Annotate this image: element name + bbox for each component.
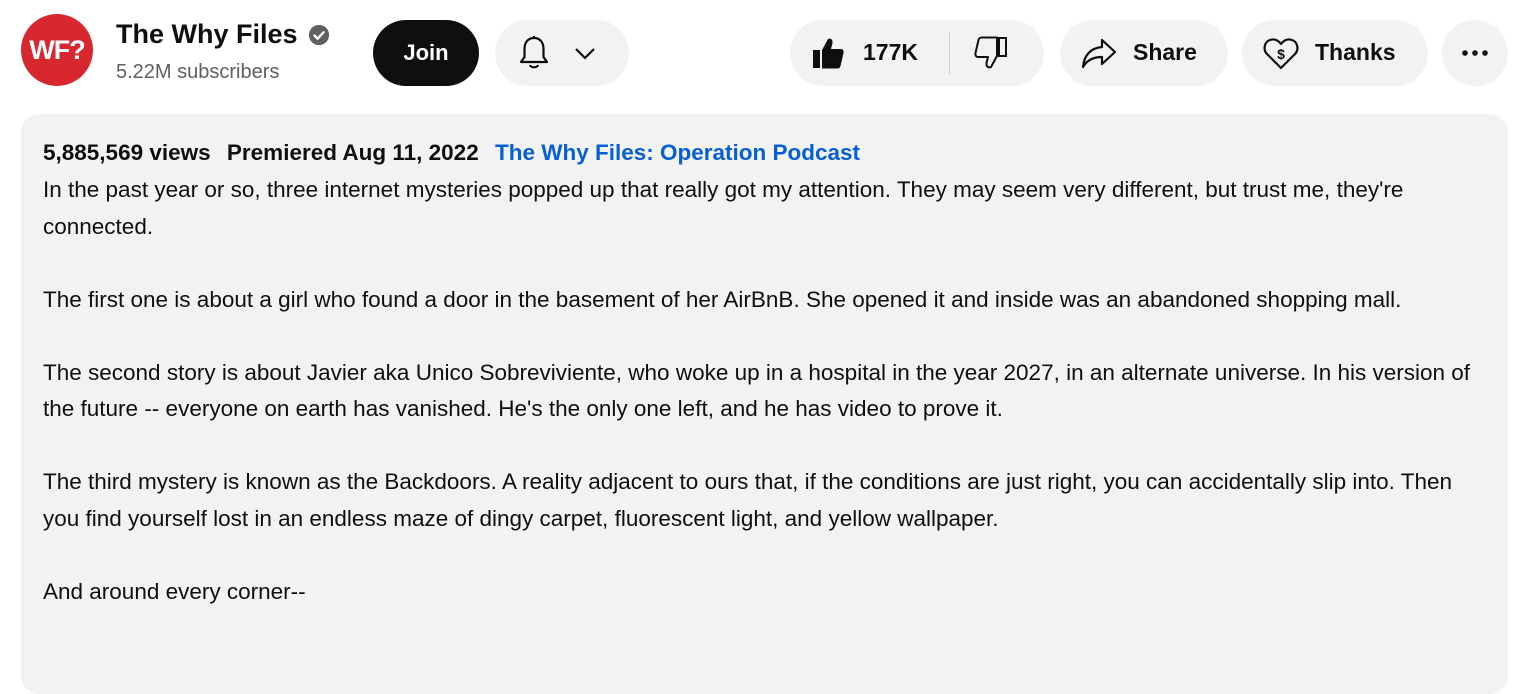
premiere-date: Premiered Aug 11, 2022 xyxy=(226,140,479,165)
description-paragraph: The second story is about Javier aka Uni… xyxy=(43,359,1471,422)
avatar-logo-text: WF? xyxy=(29,34,85,65)
subscriber-count: 5.22M subscribers xyxy=(116,61,280,83)
like-dislike-group: 177K xyxy=(790,20,1044,86)
description-paragraph: And around every corner-- xyxy=(43,578,306,604)
chevron-down-icon xyxy=(575,48,595,60)
description-paragraph: The first one is about a girl who found … xyxy=(43,286,1402,312)
description-box[interactable]: 5,885,569 views Premiered Aug 11, 2022 T… xyxy=(21,114,1508,694)
channel-action-bar: WF? The Why Files 5.22M subscribers Join… xyxy=(0,0,1524,104)
like-divider xyxy=(949,32,950,74)
channel-name-row: The Why Files xyxy=(116,19,330,50)
view-count: 5,885,569 views xyxy=(43,140,211,165)
description-text: In the past year or so, three internet m… xyxy=(43,172,1493,647)
notification-button[interactable] xyxy=(495,20,629,86)
playlist-link[interactable]: The Why Files: Operation Podcast xyxy=(495,140,860,165)
thumbs-down-icon[interactable] xyxy=(973,35,1009,71)
more-actions-button[interactable] xyxy=(1442,20,1508,86)
bell-icon xyxy=(519,36,549,69)
channel-avatar[interactable]: WF? xyxy=(21,14,93,86)
share-arrow-icon xyxy=(1081,38,1117,69)
thanks-button[interactable]: $ Thanks xyxy=(1242,20,1428,86)
verified-badge-icon xyxy=(308,24,329,45)
svg-text:$: $ xyxy=(1277,46,1285,62)
video-meta-line: 5,885,569 views Premiered Aug 11, 2022 T… xyxy=(43,140,860,166)
share-button[interactable]: Share xyxy=(1060,20,1228,86)
like-count[interactable]: 177K xyxy=(863,39,918,66)
thanks-label: Thanks xyxy=(1315,39,1396,65)
more-horizontal-icon xyxy=(1462,50,1488,56)
thumbs-up-icon[interactable] xyxy=(810,35,846,71)
description-paragraph: In the past year or so, three internet m… xyxy=(43,177,1404,239)
description-paragraph: The third mystery is known as the Backdo… xyxy=(43,469,1453,531)
channel-name[interactable]: The Why Files xyxy=(116,19,298,50)
join-button[interactable]: Join xyxy=(373,20,479,86)
share-label: Share xyxy=(1133,39,1197,65)
heart-dollar-icon: $ xyxy=(1263,38,1299,70)
